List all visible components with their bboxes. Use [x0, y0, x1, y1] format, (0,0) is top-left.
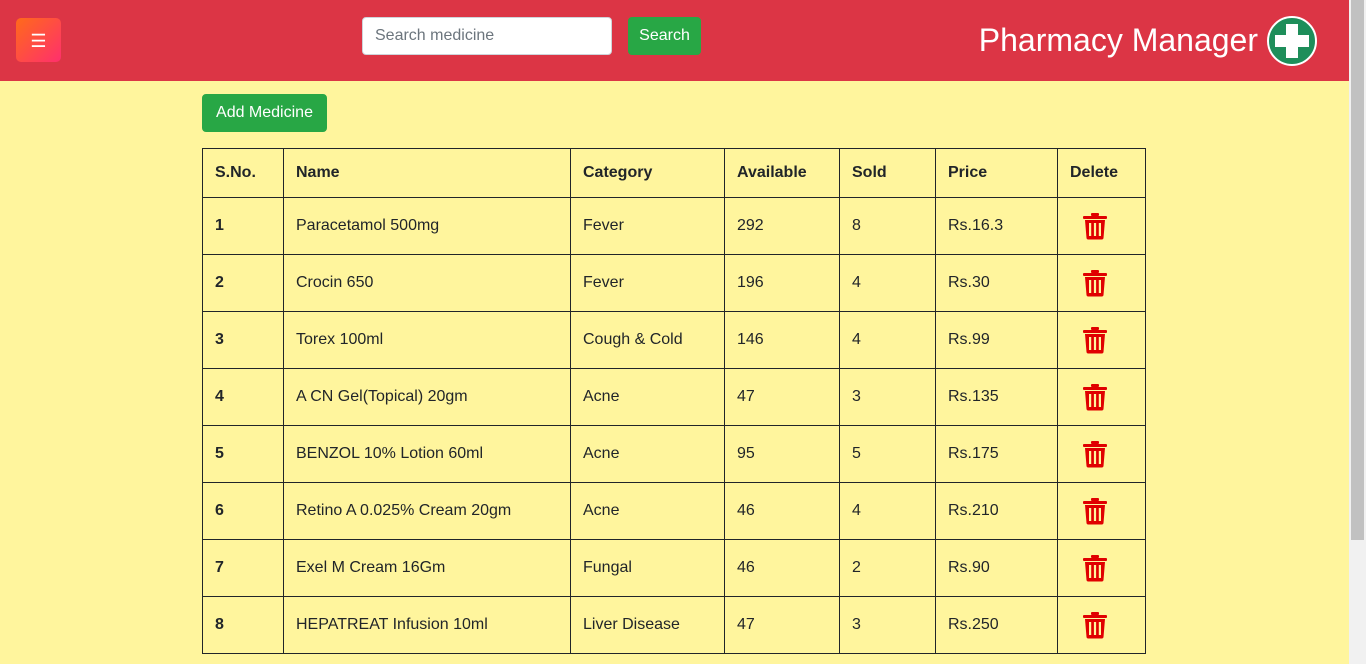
cell-name: BENZOL 10% Lotion 60ml — [283, 425, 571, 483]
cell-delete — [1057, 254, 1146, 312]
cell-category: Liver Disease — [570, 596, 725, 654]
cell-category: Fungal — [570, 539, 725, 597]
cell-sold: 5 — [839, 425, 936, 483]
table-header-row: S.No. Name Category Available Sold Price… — [202, 148, 1146, 198]
cell-sold: 8 — [839, 197, 936, 255]
table-row: 6 Retino A 0.025% Cream 20gm Acne 46 4 Rs.210 — [202, 482, 1146, 540]
cell-sold: 3 — [839, 596, 936, 654]
cell-category: Fever — [570, 254, 725, 312]
cell-available: 47 — [724, 368, 840, 426]
cell-category: Fever — [570, 197, 725, 255]
header-name: Name — [283, 148, 571, 198]
cell-name: Torex 100ml — [283, 311, 571, 369]
cell-sold: 4 — [839, 482, 936, 540]
cell-price: Rs.30 — [935, 254, 1058, 312]
cross-icon — [1267, 16, 1317, 66]
cell-sold: 2 — [839, 539, 936, 597]
cell-price: Rs.210 — [935, 482, 1058, 540]
cell-delete — [1057, 482, 1146, 540]
cell-category: Acne — [570, 482, 725, 540]
cell-delete — [1057, 311, 1146, 369]
table-row: 7 Exel M Cream 16Gm Fungal 46 2 Rs.90 — [202, 539, 1146, 597]
cell-price: Rs.135 — [935, 368, 1058, 426]
cell-available: 95 — [724, 425, 840, 483]
cell-sno: 5 — [202, 425, 284, 483]
hamburger-icon: ☰ — [30, 31, 47, 51]
cell-category: Acne — [570, 425, 725, 483]
navbar: ☰ Search Pharmacy Manager — [0, 0, 1349, 81]
table-row: 3 Torex 100ml Cough & Cold 146 4 Rs.99 — [202, 311, 1146, 369]
header-sold: Sold — [839, 148, 936, 198]
header-price: Price — [935, 148, 1058, 198]
trash-icon[interactable] — [1082, 554, 1108, 582]
header-available: Available — [724, 148, 840, 198]
cell-name: Crocin 650 — [283, 254, 571, 312]
cell-price: Rs.90 — [935, 539, 1058, 597]
medicine-table: S.No. Name Category Available Sold Price… — [202, 148, 1146, 654]
table-row: 5 BENZOL 10% Lotion 60ml Acne 95 5 Rs.175 — [202, 425, 1146, 483]
cell-sold: 4 — [839, 311, 936, 369]
header-delete: Delete — [1057, 148, 1146, 198]
header-sno: S.No. — [202, 148, 284, 198]
cell-name: HEPATREAT Infusion 10ml — [283, 596, 571, 654]
search-input[interactable] — [362, 17, 612, 55]
cell-price: Rs.16.3 — [935, 197, 1058, 255]
cell-available: 292 — [724, 197, 840, 255]
cell-available: 47 — [724, 596, 840, 654]
cell-category: Acne — [570, 368, 725, 426]
trash-icon[interactable] — [1082, 212, 1108, 240]
vertical-scrollbar[interactable] — [1349, 0, 1366, 664]
cell-delete — [1057, 596, 1146, 654]
search-button[interactable]: Search — [628, 17, 701, 55]
cell-available: 196 — [724, 254, 840, 312]
cell-sno: 4 — [202, 368, 284, 426]
table-row: 8 HEPATREAT Infusion 10ml Liver Disease 47 3… — [202, 596, 1146, 654]
brand-title: Pharmacy Manager — [978, 22, 1258, 58]
cell-name: Retino A 0.025% Cream 20gm — [283, 482, 571, 540]
trash-icon[interactable] — [1082, 611, 1108, 639]
cell-available: 46 — [724, 539, 840, 597]
table-row: 2 Crocin 650 Fever 196 4 Rs.30 — [202, 254, 1146, 312]
cell-sold: 3 — [839, 368, 936, 426]
cell-name: Paracetamol 500mg — [283, 197, 571, 255]
cell-sold: 4 — [839, 254, 936, 312]
cell-category: Cough & Cold — [570, 311, 725, 369]
table-row: 4A CN Gel(Topical) 20gm Acne 47 3 Rs.135 — [202, 368, 1146, 426]
cell-delete — [1057, 539, 1146, 597]
cell-name: Exel M Cream 16Gm — [283, 539, 571, 597]
cell-sno: 2 — [202, 254, 284, 312]
add-medicine-button[interactable]: Add Medicine — [202, 94, 327, 132]
trash-icon[interactable] — [1082, 497, 1108, 525]
trash-icon[interactable] — [1082, 269, 1108, 297]
cell-name: A CN Gel(Topical) 20gm — [283, 368, 571, 426]
cell-price: Rs.99 — [935, 311, 1058, 369]
cell-price: Rs.250 — [935, 596, 1058, 654]
table-row: 1 Paracetamol 500mg Fever 292 8 Rs.16.3 — [202, 197, 1146, 255]
cell-delete — [1057, 197, 1146, 255]
header-category: Category — [570, 148, 725, 198]
cell-delete — [1057, 425, 1146, 483]
trash-icon[interactable] — [1082, 326, 1108, 354]
trash-icon[interactable] — [1082, 383, 1108, 411]
cell-sno: 6 — [202, 482, 284, 540]
cell-delete — [1057, 368, 1146, 426]
table-body: 1 Paracetamol 500mg Fever 292 8 Rs.16.3 2 Croci… — [202, 197, 1146, 654]
cell-available: 46 — [724, 482, 840, 540]
cell-available: 146 — [724, 311, 840, 369]
cell-sno: 8 — [202, 596, 284, 654]
menu-toggle-button[interactable]: ☰ — [16, 18, 61, 62]
cell-price: Rs.175 — [935, 425, 1058, 483]
scrollbar-thumb[interactable] — [1351, 0, 1364, 540]
cell-sno: 7 — [202, 539, 284, 597]
cell-sno: 1 — [202, 197, 284, 255]
trash-icon[interactable] — [1082, 440, 1108, 468]
cell-sno: 3 — [202, 311, 284, 369]
